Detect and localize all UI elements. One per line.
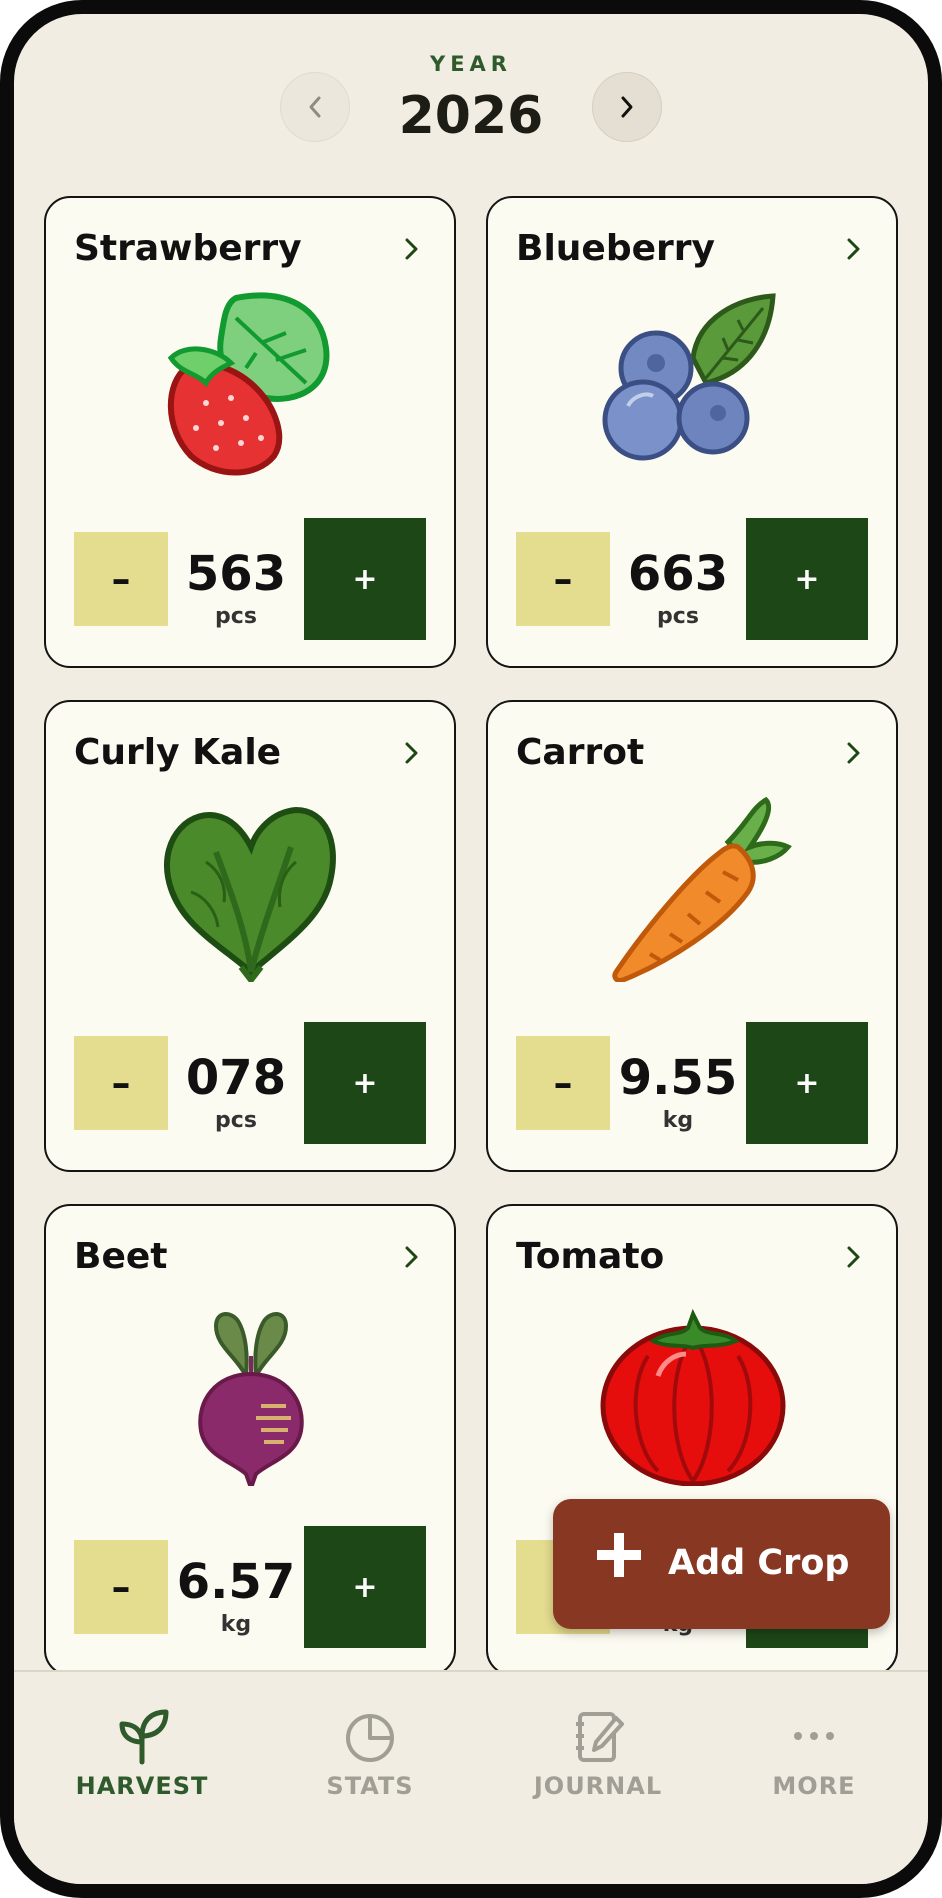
crop-name: Curly Kale bbox=[74, 732, 282, 773]
year-value: 2026 bbox=[398, 86, 544, 146]
tab-harvest[interactable]: HARVEST bbox=[28, 1672, 256, 1832]
decrement-button[interactable]: – bbox=[74, 532, 168, 626]
crop-card-curly-kale[interactable]: Curly Kale – 078 pcs + bbox=[44, 700, 456, 1172]
tab-journal[interactable]: JOURNAL bbox=[484, 1672, 712, 1832]
harvest-count: 9.55 bbox=[618, 1050, 738, 1106]
tomato-icon bbox=[600, 1308, 786, 1486]
decrement-button[interactable]: – bbox=[74, 1036, 168, 1130]
chevron-right-icon bbox=[621, 96, 633, 118]
crop-card-blueberry[interactable]: Blueberry – 663 pcs + bbox=[486, 196, 898, 668]
tab-bar: HARVEST STATS JOURNAL MORE bbox=[14, 1670, 928, 1884]
chevron-right-icon[interactable] bbox=[400, 234, 424, 264]
crop-name: Beet bbox=[74, 1236, 168, 1277]
sprout-icon bbox=[119, 1709, 169, 1765]
add-crop-label: Add Crop bbox=[668, 1543, 850, 1583]
harvest-unit: pcs bbox=[215, 604, 257, 629]
decrement-button[interactable]: – bbox=[74, 1540, 168, 1634]
harvest-count: 663 bbox=[627, 546, 729, 602]
chevron-right-icon[interactable] bbox=[842, 1242, 866, 1272]
tab-label: MORE bbox=[772, 1772, 856, 1800]
more-dots-icon bbox=[794, 1732, 834, 1740]
harvest-unit: kg bbox=[662, 1108, 694, 1133]
beet-icon bbox=[198, 1312, 304, 1486]
tab-label: STATS bbox=[326, 1772, 414, 1800]
chevron-right-icon[interactable] bbox=[842, 234, 866, 264]
chevron-right-icon[interactable] bbox=[400, 738, 424, 768]
strawberry-icon bbox=[167, 292, 330, 476]
kale-icon bbox=[163, 806, 336, 982]
tab-label: JOURNAL bbox=[533, 1772, 663, 1800]
harvest-unit: pcs bbox=[215, 1108, 257, 1133]
crop-name: Strawberry bbox=[74, 228, 302, 269]
decrement-button[interactable]: – bbox=[516, 532, 610, 626]
tab-more[interactable]: MORE bbox=[700, 1672, 928, 1832]
tab-stats[interactable]: STATS bbox=[256, 1672, 484, 1832]
crop-name: Blueberry bbox=[516, 228, 715, 269]
plus-icon bbox=[597, 1533, 641, 1577]
increment-button[interactable]: + bbox=[304, 1022, 426, 1144]
decrement-button[interactable]: – bbox=[516, 1036, 610, 1130]
harvest-unit: pcs bbox=[657, 604, 699, 629]
crop-card-strawberry[interactable]: Strawberry – 563 pcs + bbox=[44, 196, 456, 668]
phone-frame: YEAR 2026 Strawberry – 563 pcs + Blueber… bbox=[0, 0, 942, 1898]
add-crop-button[interactable]: Add Crop bbox=[553, 1499, 890, 1629]
year-label: YEAR bbox=[430, 52, 512, 76]
pie-chart-icon bbox=[346, 1714, 394, 1762]
blueberry-icon bbox=[602, 293, 776, 461]
crop-name: Tomato bbox=[516, 1236, 665, 1277]
increment-button[interactable]: + bbox=[746, 1022, 868, 1144]
crop-name: Carrot bbox=[516, 732, 645, 773]
notebook-pen-icon bbox=[576, 1712, 624, 1762]
tab-label: HARVEST bbox=[75, 1772, 209, 1800]
increment-button[interactable]: + bbox=[304, 1526, 426, 1648]
carrot-icon bbox=[612, 796, 792, 982]
increment-button[interactable]: + bbox=[746, 518, 868, 640]
chevron-right-icon[interactable] bbox=[842, 738, 866, 768]
increment-button[interactable]: + bbox=[304, 518, 426, 640]
harvest-unit: kg bbox=[220, 1612, 252, 1637]
chevron-right-icon[interactable] bbox=[400, 1242, 424, 1272]
harvest-count: 563 bbox=[185, 546, 287, 602]
harvest-count: 6.57 bbox=[176, 1554, 296, 1610]
crop-card-beet[interactable]: Beet – 6.57 kg + bbox=[44, 1204, 456, 1676]
harvest-count: 078 bbox=[185, 1050, 287, 1106]
next-year-button[interactable] bbox=[592, 72, 662, 142]
crop-card-carrot[interactable]: Carrot – 9.55 kg + bbox=[486, 700, 898, 1172]
